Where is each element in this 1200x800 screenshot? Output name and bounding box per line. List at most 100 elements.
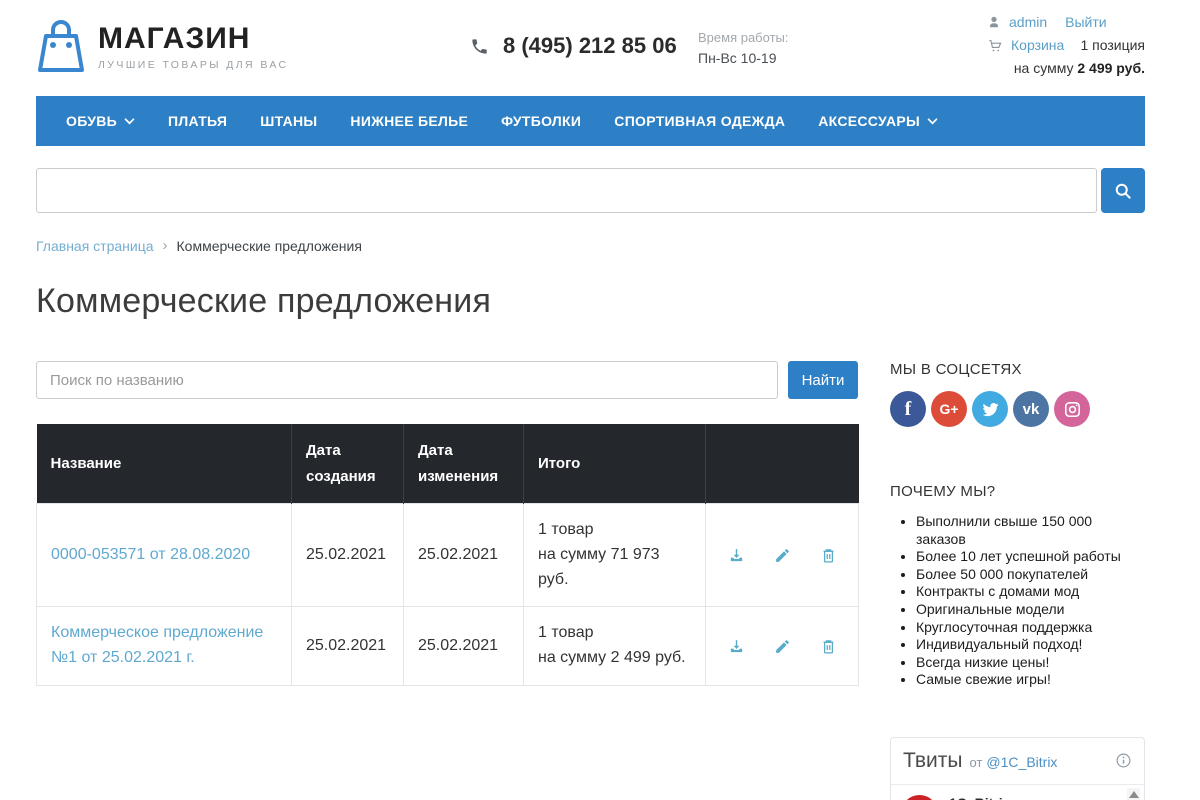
nav-item-label: ПЛАТЬЯ [168,113,227,129]
cart-sum-prefix: на сумму [1014,60,1074,76]
nav-item-platya[interactable]: ПЛАТЬЯ [168,113,227,129]
offer-total-sum: на сумму 2 499 руб. [538,646,691,671]
user-icon [987,15,1001,29]
nav-item-label: СПОРТИВНАЯ ОДЕЖДА [614,113,785,129]
working-hours: Время работы: Пн-Вс 10-19 [698,28,788,69]
twitter-icon[interactable] [972,391,1008,427]
offers-search: Найти [36,361,858,399]
sidebar: МЫ В СОЦСЕТЯХ f G+ vk [890,361,1145,800]
why-us-list: Выполнили свыше 150 000 заказов Более 10… [890,513,1145,689]
offers-search-button[interactable]: Найти [788,361,858,399]
logout-link[interactable]: Выйти [1065,14,1106,30]
offer-modified-date: 25.02.2021 [404,607,524,686]
tweets-by-prefix: от [970,755,983,770]
vk-glyph: vk [1023,401,1040,418]
google-plus-icon[interactable]: G+ [931,391,967,427]
download-icon[interactable] [728,547,745,564]
offers-search-input[interactable] [36,361,778,399]
scrollbar[interactable] [1127,788,1140,800]
user-line: admin Выйти [987,14,1145,30]
google-plus-glyph: G+ [939,401,958,417]
nav-item-sportivnaya-odezhda[interactable]: СПОРТИВНАЯ ОДЕЖДА [614,113,785,129]
cart-icon [987,38,1003,53]
column-header-modified: Дата изменения [404,424,524,504]
scroll-up-arrow[interactable] [1129,791,1139,798]
user-name-link[interactable]: admin [1009,14,1047,30]
chevron-down-icon [927,118,938,125]
breadcrumb: Главная страница › Коммерческие предложе… [36,237,1145,254]
nav-item-shtany[interactable]: ШТАНЫ [260,113,317,129]
store-logo[interactable]: МАГАЗИН ЛУЧШИЕ ТОВАРЫ ДЛЯ ВАС [36,18,289,76]
list-item: Индивидуальный подход! [916,636,1145,654]
phone-icon [470,37,489,56]
edit-icon[interactable] [774,547,791,564]
tweet-item[interactable]: b 1C_Bitrix @1C_Bitrix [891,785,1144,800]
search-icon [1113,181,1133,201]
offer-total-count: 1 товар [538,521,594,538]
list-item: Контракты с домами мод [916,583,1145,601]
table-row: Коммерческое предложение №1 от 25.02.202… [37,607,859,686]
nav-item-futbolki[interactable]: ФУТБОЛКИ [501,113,581,129]
list-item: Оригинальные модели [916,601,1145,619]
chevron-down-icon [124,118,135,125]
nav-item-label: ОБУВЬ [66,113,117,129]
phone-number: 8 (495) 212 85 06 [503,33,677,59]
column-header-actions [706,424,859,504]
cart-link[interactable]: Корзина [1011,37,1064,53]
vk-icon[interactable]: vk [1013,391,1049,427]
table-row: 0000-053571 от 28.08.2020 25.02.2021 25.… [37,504,859,607]
list-item: Выполнили свыше 150 000 заказов [916,513,1145,548]
offer-name-link[interactable]: Коммерческое предложение №1 от 25.02.202… [51,624,263,666]
header: МАГАЗИН ЛУЧШИЕ ТОВАРЫ ДЛЯ ВАС 8 (495) 21… [36,0,1145,96]
nav-item-aksessuary[interactable]: АКСЕССУАРЫ [818,113,938,129]
main-nav: ОБУВЬ ПЛАТЬЯ ШТАНЫ НИЖНЕЕ БЕЛЬЕ ФУТБОЛКИ… [36,96,1145,146]
site-search [36,168,1145,213]
offer-name-link[interactable]: 0000-053571 от 28.08.2020 [51,546,250,563]
nav-item-nizhnee-belye[interactable]: НИЖНЕЕ БЕЛЬЕ [350,113,468,129]
delete-icon[interactable] [820,547,837,564]
download-icon[interactable] [728,638,745,655]
tweets-account-link[interactable]: @1C_Bitrix [986,754,1057,770]
nav-item-label: НИЖНЕЕ БЕЛЬЕ [350,113,468,129]
content-column: Найти Название Дата создания Дата измене… [36,361,858,800]
nav-item-label: ФУТБОЛКИ [501,113,581,129]
list-item: Более 50 000 покупателей [916,566,1145,584]
tweet-author-name: 1C_Bitrix [949,795,1015,800]
breadcrumb-home-link[interactable]: Главная страница [36,238,154,254]
bitrix-avatar: b [901,795,938,800]
logo-title: МАГАЗИН [98,24,289,54]
cart-count: 1 позиция [1080,37,1145,53]
account-block: admin Выйти Корзина 1 позиция на сумму 2… [987,14,1145,76]
page: МАГАЗИН ЛУЧШИЕ ТОВАРЫ ДЛЯ ВАС 8 (495) 21… [0,0,1200,800]
site-search-input[interactable] [36,168,1097,213]
table-header-row: Название Дата создания Дата изменения Ит… [37,424,859,504]
list-item: Всегда низкие цены! [916,654,1145,672]
hours-label: Время работы: [698,28,788,48]
cart-line: Корзина 1 позиция [987,37,1145,53]
edit-icon[interactable] [774,638,791,655]
cart-sum: на сумму 2 499 руб. [987,60,1145,76]
tweets-widget: Твиты от @1C_Bitrix b [890,737,1145,800]
site-search-button[interactable] [1101,168,1145,213]
offer-created-date: 25.02.2021 [292,607,404,686]
column-header-created: Дата создания [292,424,404,504]
logo-subtitle: ЛУЧШИЕ ТОВАРЫ ДЛЯ ВАС [98,59,289,71]
offer-total: 1 товар на сумму 2 499 руб. [524,607,706,686]
column-header-name: Название [37,424,292,504]
offer-total-sum: на сумму 71 973 руб. [538,543,691,593]
tweets-title: Твиты [903,749,963,773]
offer-total-count: 1 товар [538,624,594,641]
column-header-total: Итого [524,424,706,504]
social-title: МЫ В СОЦСЕТЯХ [890,361,1145,378]
list-item: Более 10 лет успешной работы [916,548,1145,566]
hours-value: Пн-Вс 10-19 [698,48,788,69]
list-item: Самые свежие игры! [916,671,1145,689]
delete-icon[interactable] [820,638,837,655]
info-icon[interactable] [1115,752,1132,769]
facebook-glyph: f [905,398,912,421]
facebook-icon[interactable]: f [890,391,926,427]
instagram-icon[interactable] [1054,391,1090,427]
shopping-bag-icon [36,18,86,76]
nav-item-obuv[interactable]: ОБУВЬ [66,113,135,129]
list-item: Круглосуточная поддержка [916,619,1145,637]
